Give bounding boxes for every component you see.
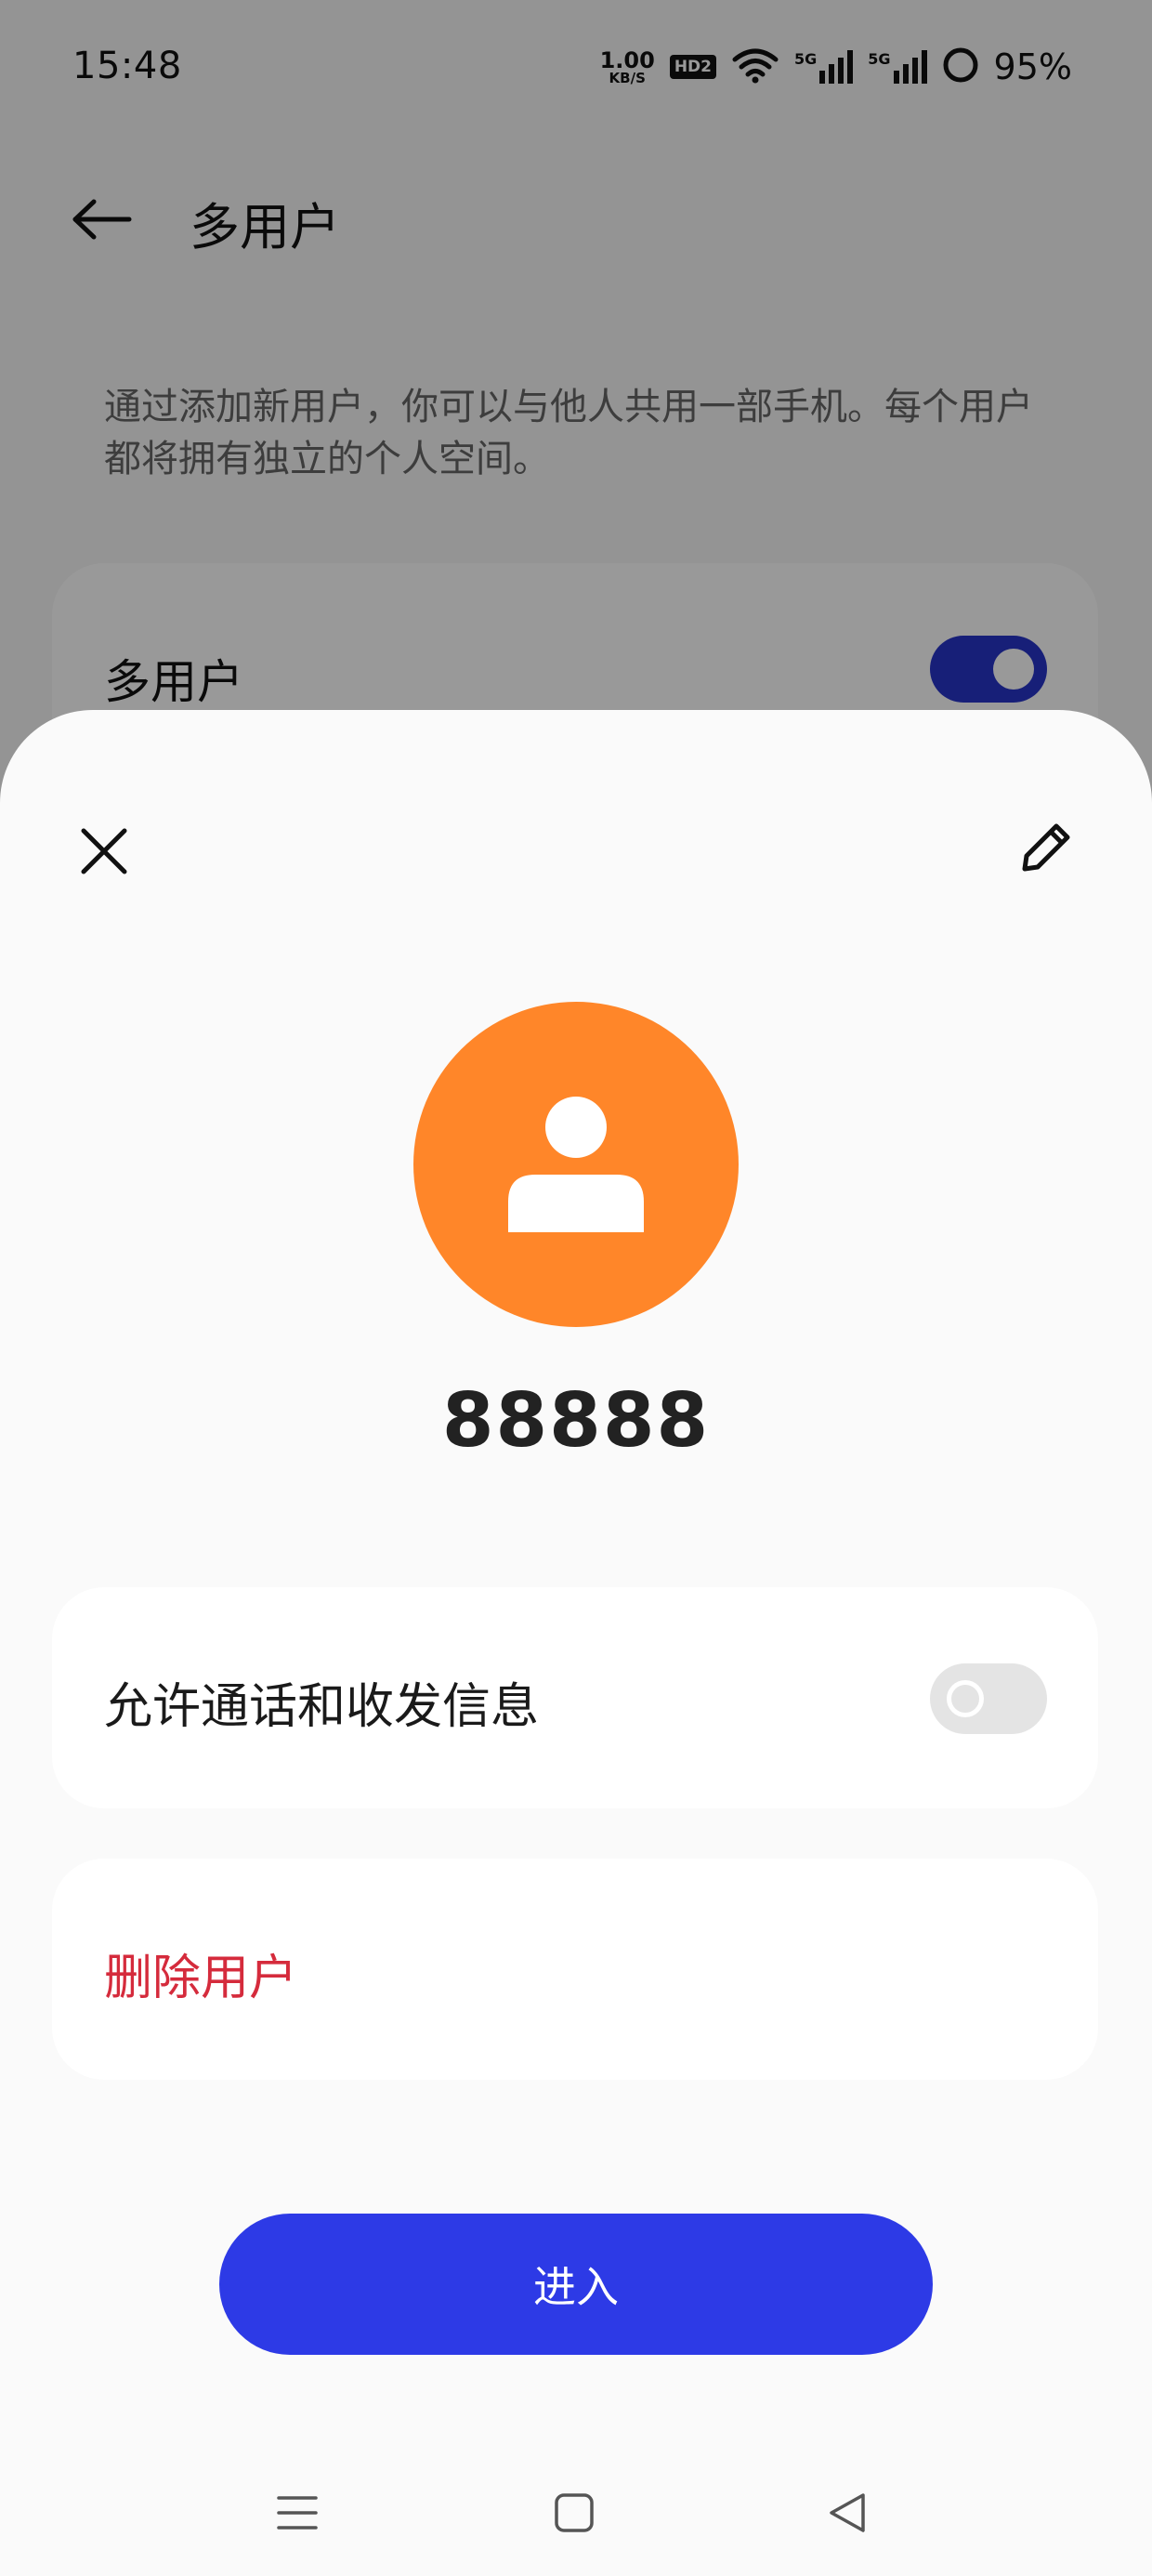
nav-back-button[interactable] — [801, 2466, 894, 2559]
close-icon — [81, 828, 127, 874]
recent-apps-button[interactable] — [251, 2466, 344, 2559]
toggle-knob — [947, 1680, 984, 1717]
allow-calls-label: 允许通话和收发信息 — [104, 1679, 540, 1735]
home-icon — [555, 2493, 594, 2532]
enter-button[interactable]: 进入 — [219, 2214, 933, 2355]
pencil-icon — [1022, 823, 1070, 872]
user-avatar — [413, 1002, 739, 1327]
delete-user-label: 删除用户 — [104, 1951, 298, 2006]
menu-icon — [277, 2496, 318, 2530]
allow-calls-card[interactable]: 允许通话和收发信息 — [52, 1587, 1098, 1808]
close-button[interactable] — [65, 812, 143, 890]
user-detail-sheet: 88888 允许通话和收发信息 删除用户 进入 — [0, 710, 1152, 2576]
user-name: 88888 — [441, 1377, 711, 1464]
edit-button[interactable] — [1007, 808, 1085, 887]
home-button[interactable] — [528, 2466, 621, 2559]
allow-calls-toggle[interactable] — [930, 1663, 1047, 1734]
person-icon — [508, 1097, 644, 1232]
delete-user-card[interactable]: 删除用户 — [52, 1859, 1098, 2080]
navigation-bar — [0, 2448, 1152, 2576]
back-triangle-icon — [830, 2493, 865, 2532]
